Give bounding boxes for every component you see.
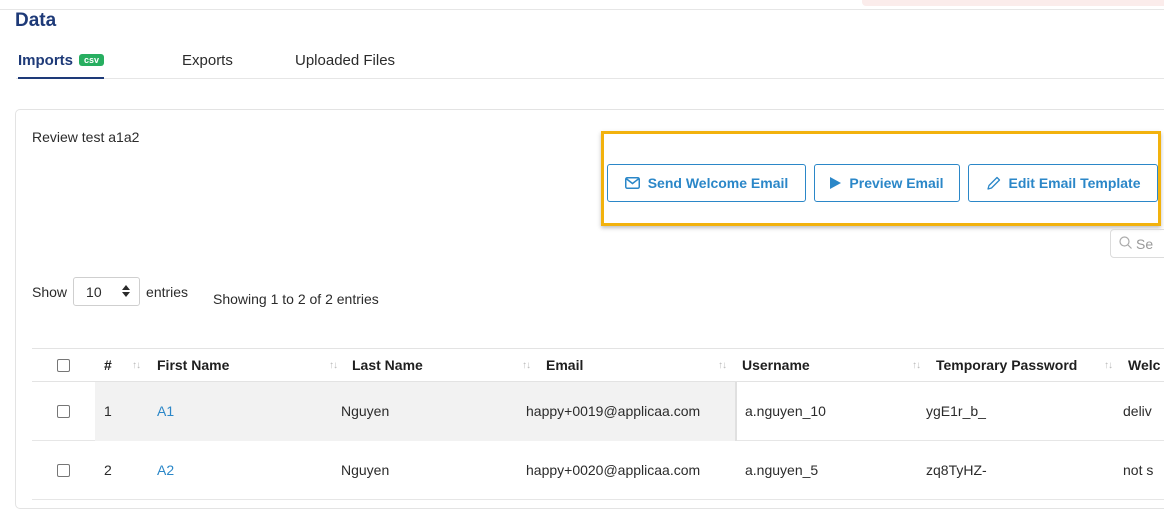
- sort-icon: ↑↓: [329, 359, 338, 371]
- tab-imports-label: Imports: [18, 52, 74, 69]
- entries-select-value: 10: [86, 283, 102, 300]
- column-header-first-name[interactable]: First Name: [157, 349, 229, 381]
- row-number: 1: [104, 403, 112, 419]
- send-welcome-email-button[interactable]: Send Welcome Email: [607, 164, 806, 202]
- email-cell: happy+0020@applicaa.com: [526, 462, 701, 478]
- play-icon: [830, 177, 842, 189]
- select-all-checkbox[interactable]: [57, 349, 70, 381]
- search-icon: [1119, 235, 1132, 252]
- column-header-username[interactable]: Username: [742, 349, 810, 381]
- preview-email-button[interactable]: Preview Email: [814, 164, 960, 202]
- tab-bar: Imports csv Exports Uploaded Files: [16, 52, 1164, 79]
- username-cell: a.nguyen_10: [745, 403, 826, 419]
- search-input[interactable]: Se: [1110, 229, 1164, 258]
- table-info: Showing 1 to 2 of 2 entries: [213, 291, 379, 307]
- edit-email-template-button[interactable]: Edit Email Template: [968, 164, 1158, 202]
- entries-length-control: Show 10 entries: [32, 277, 188, 306]
- tab-exports[interactable]: Exports: [182, 52, 233, 79]
- first-name-link[interactable]: A1: [157, 382, 174, 440]
- tab-exports-label: Exports: [182, 52, 233, 69]
- show-label: Show: [32, 283, 68, 300]
- row-number: 2: [104, 462, 112, 478]
- email-cell: happy+0019@applicaa.com: [526, 403, 701, 419]
- sort-icon: ↑↓: [718, 359, 727, 371]
- welcome-status-cell: not s: [1123, 462, 1154, 478]
- column-header-temporary-password[interactable]: Temporary Password: [936, 349, 1077, 381]
- column-header-email[interactable]: Email: [546, 349, 583, 381]
- row-checkbox[interactable]: [57, 441, 70, 499]
- temporary-password-cell: zq8TyHZ-: [926, 462, 987, 478]
- top-notification-strip: [862, 0, 1164, 6]
- temporary-password-cell: ygE1r_b_: [926, 403, 986, 419]
- column-header-welcome[interactable]: Welc: [1128, 349, 1160, 381]
- last-name-cell: Nguyen: [341, 403, 390, 419]
- sort-icon: ↑↓: [132, 359, 141, 371]
- updown-chevron-icon: [122, 284, 131, 300]
- table-row: 1 A1 Nguyen happy+0019@applicaa.com a.ng…: [32, 382, 1164, 441]
- row-checkbox[interactable]: [57, 382, 70, 440]
- search-placeholder: Se: [1136, 235, 1154, 252]
- sort-icon: ↑↓: [1104, 359, 1113, 371]
- entries-select[interactable]: 10: [73, 277, 141, 306]
- tab-uploaded-files-label: Uploaded Files: [295, 52, 396, 69]
- username-cell: a.nguyen_5: [745, 462, 819, 478]
- column-header-last-name[interactable]: Last Name: [352, 349, 423, 381]
- tab-imports[interactable]: Imports csv: [18, 52, 105, 79]
- send-welcome-email-label: Send Welcome Email: [647, 175, 789, 191]
- top-divider: [0, 9, 1164, 10]
- sort-icon: ↑↓: [522, 359, 531, 371]
- column-header-number[interactable]: #: [104, 349, 112, 381]
- review-title: Review test a1a2: [32, 129, 140, 145]
- envelope-icon: [624, 177, 640, 189]
- page-title: Data: [15, 10, 57, 31]
- tab-uploaded-files[interactable]: Uploaded Files: [295, 52, 395, 79]
- first-name-link[interactable]: A2: [157, 441, 174, 499]
- table-row: 2 A2 Nguyen happy+0020@applicaa.com a.ng…: [32, 441, 1164, 500]
- edit-email-template-label: Edit Email Template: [1008, 175, 1141, 191]
- entries-label: entries: [146, 283, 189, 300]
- pencil-icon: [986, 176, 1001, 191]
- sort-icon: ↑↓: [912, 359, 921, 371]
- csv-badge: csv: [79, 54, 105, 66]
- table-header: # ↑↓ First Name ↑↓ Last Name ↑↓ Email ↑↓…: [32, 348, 1164, 382]
- welcome-status-cell: deliv: [1123, 403, 1152, 419]
- last-name-cell: Nguyen: [341, 462, 390, 478]
- preview-email-label: Preview Email: [849, 175, 944, 191]
